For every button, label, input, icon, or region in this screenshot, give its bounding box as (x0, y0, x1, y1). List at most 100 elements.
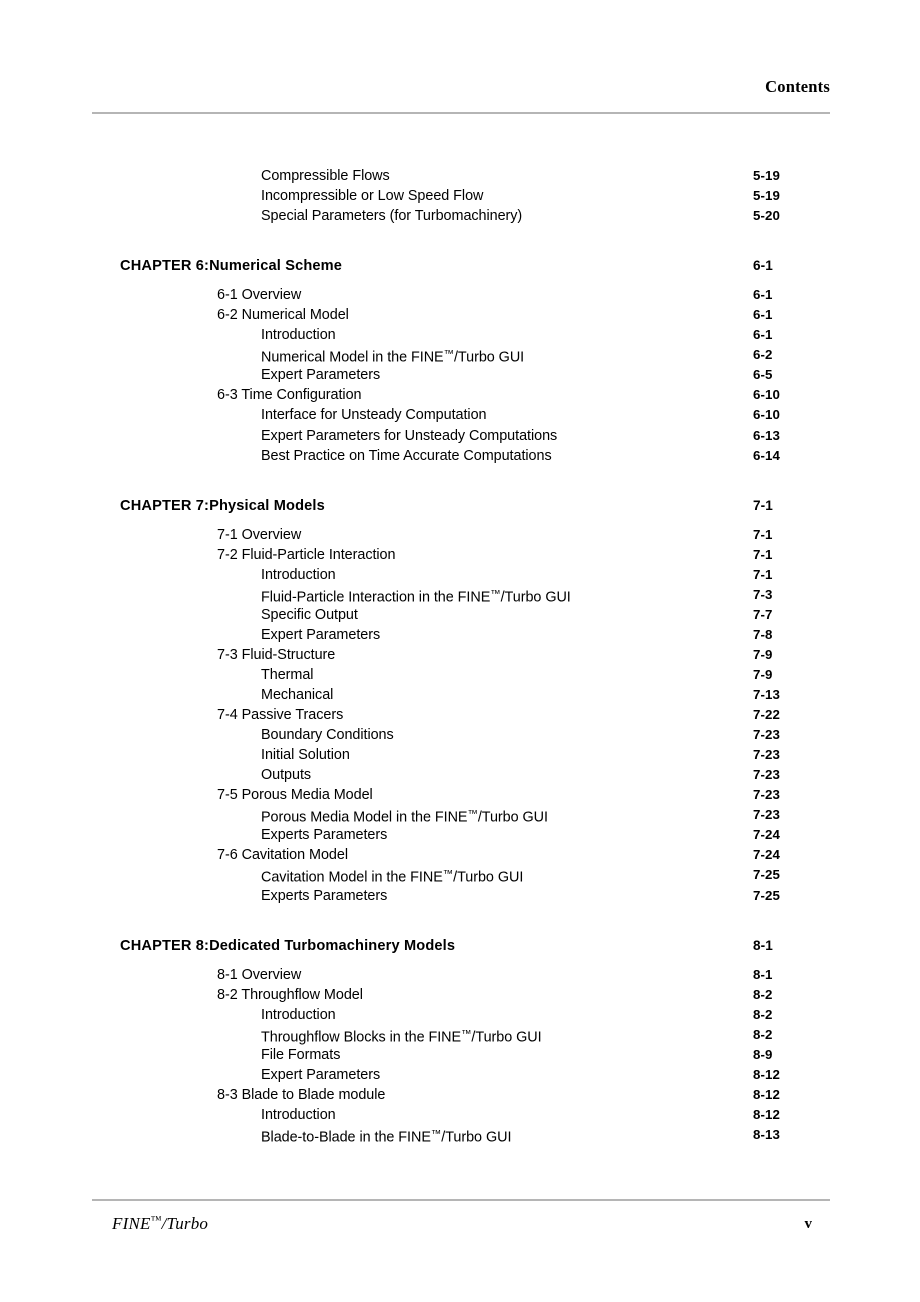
page-footer: FINE™/Turbo v (92, 1199, 830, 1236)
toc-entry-label: Compressible Flows (261, 168, 390, 184)
toc-entry-row[interactable]: 8-3 Blade to Blade module 8-12 (0, 1085, 920, 1105)
toc-entry-row[interactable]: Special Parameters (for Turbomachinery) 5… (0, 206, 920, 226)
toc-entry-row[interactable]: Fluid-Particle Interaction in the FINE™/… (0, 585, 920, 605)
toc-entry-row[interactable]: Porous Media Model in the FINE™/Turbo GU… (0, 805, 920, 825)
toc-page-number: 7-23 (753, 807, 781, 823)
toc-entry-row[interactable]: Initial Solution 7-23 (0, 745, 920, 765)
toc-page-number: 6-10 (753, 387, 781, 403)
toc-entry-row[interactable]: Interface for Unsteady Computation 6-10 (0, 405, 920, 425)
toc-entry-row[interactable]: Compressible Flows 5-19 (0, 166, 920, 186)
toc-entry-row[interactable]: File Formats 8-9 (0, 1045, 920, 1065)
toc-entry-label: 7-1 Overview (217, 526, 302, 543)
toc-entry-row[interactable]: Thermal 7-9 (0, 665, 920, 685)
toc-entry-label: 6-2 Numerical Model (217, 307, 349, 324)
toc-entry-row[interactable]: Expert Parameters for Unsteady Computati… (0, 426, 920, 446)
toc-entry-label: 8-3 Blade to Blade module (217, 1086, 386, 1103)
toc-entry-row[interactable]: Experts Parameters 7-24 (0, 825, 920, 845)
toc-page-number: 7-25 (753, 867, 781, 883)
toc-page-number: 7-23 (753, 727, 781, 743)
toc-page-number: 6-5 (753, 367, 773, 383)
toc-page-number: 7-22 (753, 707, 781, 723)
toc-entry-row[interactable]: 8-2 Throughflow Model 8-2 (0, 985, 920, 1005)
toc-entry-row[interactable]: Expert Parameters 6-5 (0, 365, 920, 385)
toc-entry-row[interactable]: 7-5 Porous Media Model 7-23 (0, 785, 920, 805)
toc-entry-row[interactable]: Introduction 7-1 (0, 565, 920, 585)
trademark-icon: ™ (150, 1214, 162, 1227)
toc-entry-row[interactable]: Throughflow Blocks in the FINE™/Turbo GU… (0, 1025, 920, 1045)
toc-entry-label: File Formats (261, 1046, 341, 1063)
toc-entry-row[interactable]: 7-3 Fluid-Structure 7-9 (0, 645, 920, 665)
toc-page-number: 7-1 (753, 546, 773, 562)
trademark-icon: ™ (430, 1128, 442, 1140)
trademark-icon: ™ (467, 809, 478, 821)
toc-chapter-gap (0, 906, 920, 936)
toc-entry-row[interactable]: Best Practice on Time Accurate Computati… (0, 446, 920, 466)
toc-chapter-tag: CHAPTER 7: (120, 497, 210, 514)
toc-entry-row[interactable]: Numerical Model in the FINE™/Turbo GUI 6-… (0, 345, 920, 365)
toc-chapter-row[interactable]: CHAPTER 6:Numerical Scheme 6-1 (0, 256, 920, 276)
toc-chapter-gap (0, 226, 920, 256)
toc-entry-row[interactable]: 8-1 Overview 8-1 (0, 965, 920, 985)
toc-chapter-row[interactable]: CHAPTER 7:Physical Models 7-1 (0, 496, 920, 516)
toc-entry-label: Initial Solution (261, 747, 350, 764)
toc-page-number: 7-23 (753, 747, 781, 763)
toc-entry-row[interactable]: Experts Parameters 7-25 (0, 886, 920, 906)
toc-chapter-gap-after (0, 956, 920, 965)
toc-entry-row[interactable]: Incompressible or Low Speed Flow 5-19 (0, 186, 920, 206)
toc-entry-row[interactable]: 7-1 Overview 7-1 (0, 525, 920, 545)
running-header-title: Contents (765, 77, 830, 96)
toc-entry-row[interactable]: Introduction 8-12 (0, 1105, 920, 1125)
toc-entry-label: Porous Media Model in the FINE™/Turbo GU… (261, 809, 548, 826)
toc-entry-label: Boundary Conditions (261, 727, 394, 744)
toc-entry-label: Interface for Unsteady Computation (261, 407, 487, 424)
toc-entry-label: Numerical Model in the FINE™/Turbo GUI (261, 349, 525, 366)
toc-entry-row[interactable]: Cavitation Model in the FINE™/Turbo GUI 7… (0, 865, 920, 885)
toc-entry-label: Cavitation Model in the FINE™/Turbo GUI (261, 869, 524, 886)
toc-entry-row[interactable]: 6-2 Numerical Model 6-1 (0, 305, 920, 325)
toc-entry-label: Expert Parameters (261, 626, 381, 643)
toc-entry-row[interactable]: Expert Parameters 7-8 (0, 625, 920, 645)
toc-page-number: 8-2 (753, 986, 773, 1002)
toc-page-number: 5-19 (753, 168, 781, 183)
toc-entry-row[interactable]: 7-4 Passive Tracers 7-22 (0, 705, 920, 725)
toc-entry-label: Experts Parameters (261, 887, 388, 904)
toc-chapter-row[interactable]: CHAPTER 8:Dedicated Turbomachinery Model… (0, 936, 920, 956)
toc-entry-label: Introduction (261, 1106, 336, 1123)
toc-entry-row[interactable]: Specific Output 7-7 (0, 605, 920, 625)
toc-page-number: 7-23 (753, 767, 781, 783)
toc-entry-label: 8-1 Overview (217, 966, 302, 983)
toc-page-number: 6-2 (753, 347, 773, 363)
toc-entry-row[interactable]: Mechanical 7-13 (0, 685, 920, 705)
toc-page-number: 7-1 (753, 566, 773, 582)
toc-page-number: 7-24 (753, 847, 781, 863)
toc-entry-row[interactable]: 7-6 Cavitation Model 7-24 (0, 845, 920, 865)
toc-chapter-gap-after (0, 516, 920, 525)
toc-entry-label: Introduction (261, 1006, 336, 1023)
toc-entry-label: 8-2 Throughflow Model (217, 986, 363, 1003)
toc-entry-row[interactable]: Expert Parameters 8-12 (0, 1065, 920, 1085)
toc-page-number: 7-3 (753, 586, 773, 602)
trademark-icon: ™ (442, 869, 454, 881)
toc-page-number: 8-12 (753, 1086, 781, 1102)
toc-entry-label: Thermal (261, 666, 314, 683)
toc-page-number: 6-14 (753, 447, 781, 463)
toc-entry-row[interactable]: Outputs 7-23 (0, 765, 920, 785)
toc-entry-label: CHAPTER 6:Numerical Scheme (120, 256, 342, 276)
toc-entry-label: Expert Parameters (261, 367, 381, 384)
toc-page-number: 8-9 (753, 1046, 773, 1062)
toc-entry-label: Introduction (261, 327, 336, 344)
toc-entry-row[interactable]: 6-3 Time Configuration 6-10 (0, 385, 920, 405)
toc-page-number: 6-1 (753, 258, 773, 274)
toc-entry-row[interactable]: Blade-to-Blade in the FINE™/Turbo GUI 8-1… (0, 1125, 920, 1145)
toc-entry-row[interactable]: 7-2 Fluid-Particle Interaction 7-1 (0, 545, 920, 565)
toc-entry-row[interactable]: 6-1 Overview 6-1 (0, 285, 920, 305)
toc-page-number: 7-24 (753, 827, 781, 843)
toc-entry-row[interactable]: Boundary Conditions 7-23 (0, 725, 920, 745)
toc-page-number: 7-7 (753, 606, 773, 622)
trademark-icon: ™ (490, 588, 501, 600)
toc-entry-label: CHAPTER 7:Physical Models (120, 496, 325, 516)
toc-entry-row[interactable]: Introduction 8-2 (0, 1005, 920, 1025)
toc-entry-row[interactable]: Introduction 6-1 (0, 325, 920, 345)
footer-page-number: v (804, 1216, 813, 1232)
toc-page-number: 6-1 (753, 327, 773, 343)
